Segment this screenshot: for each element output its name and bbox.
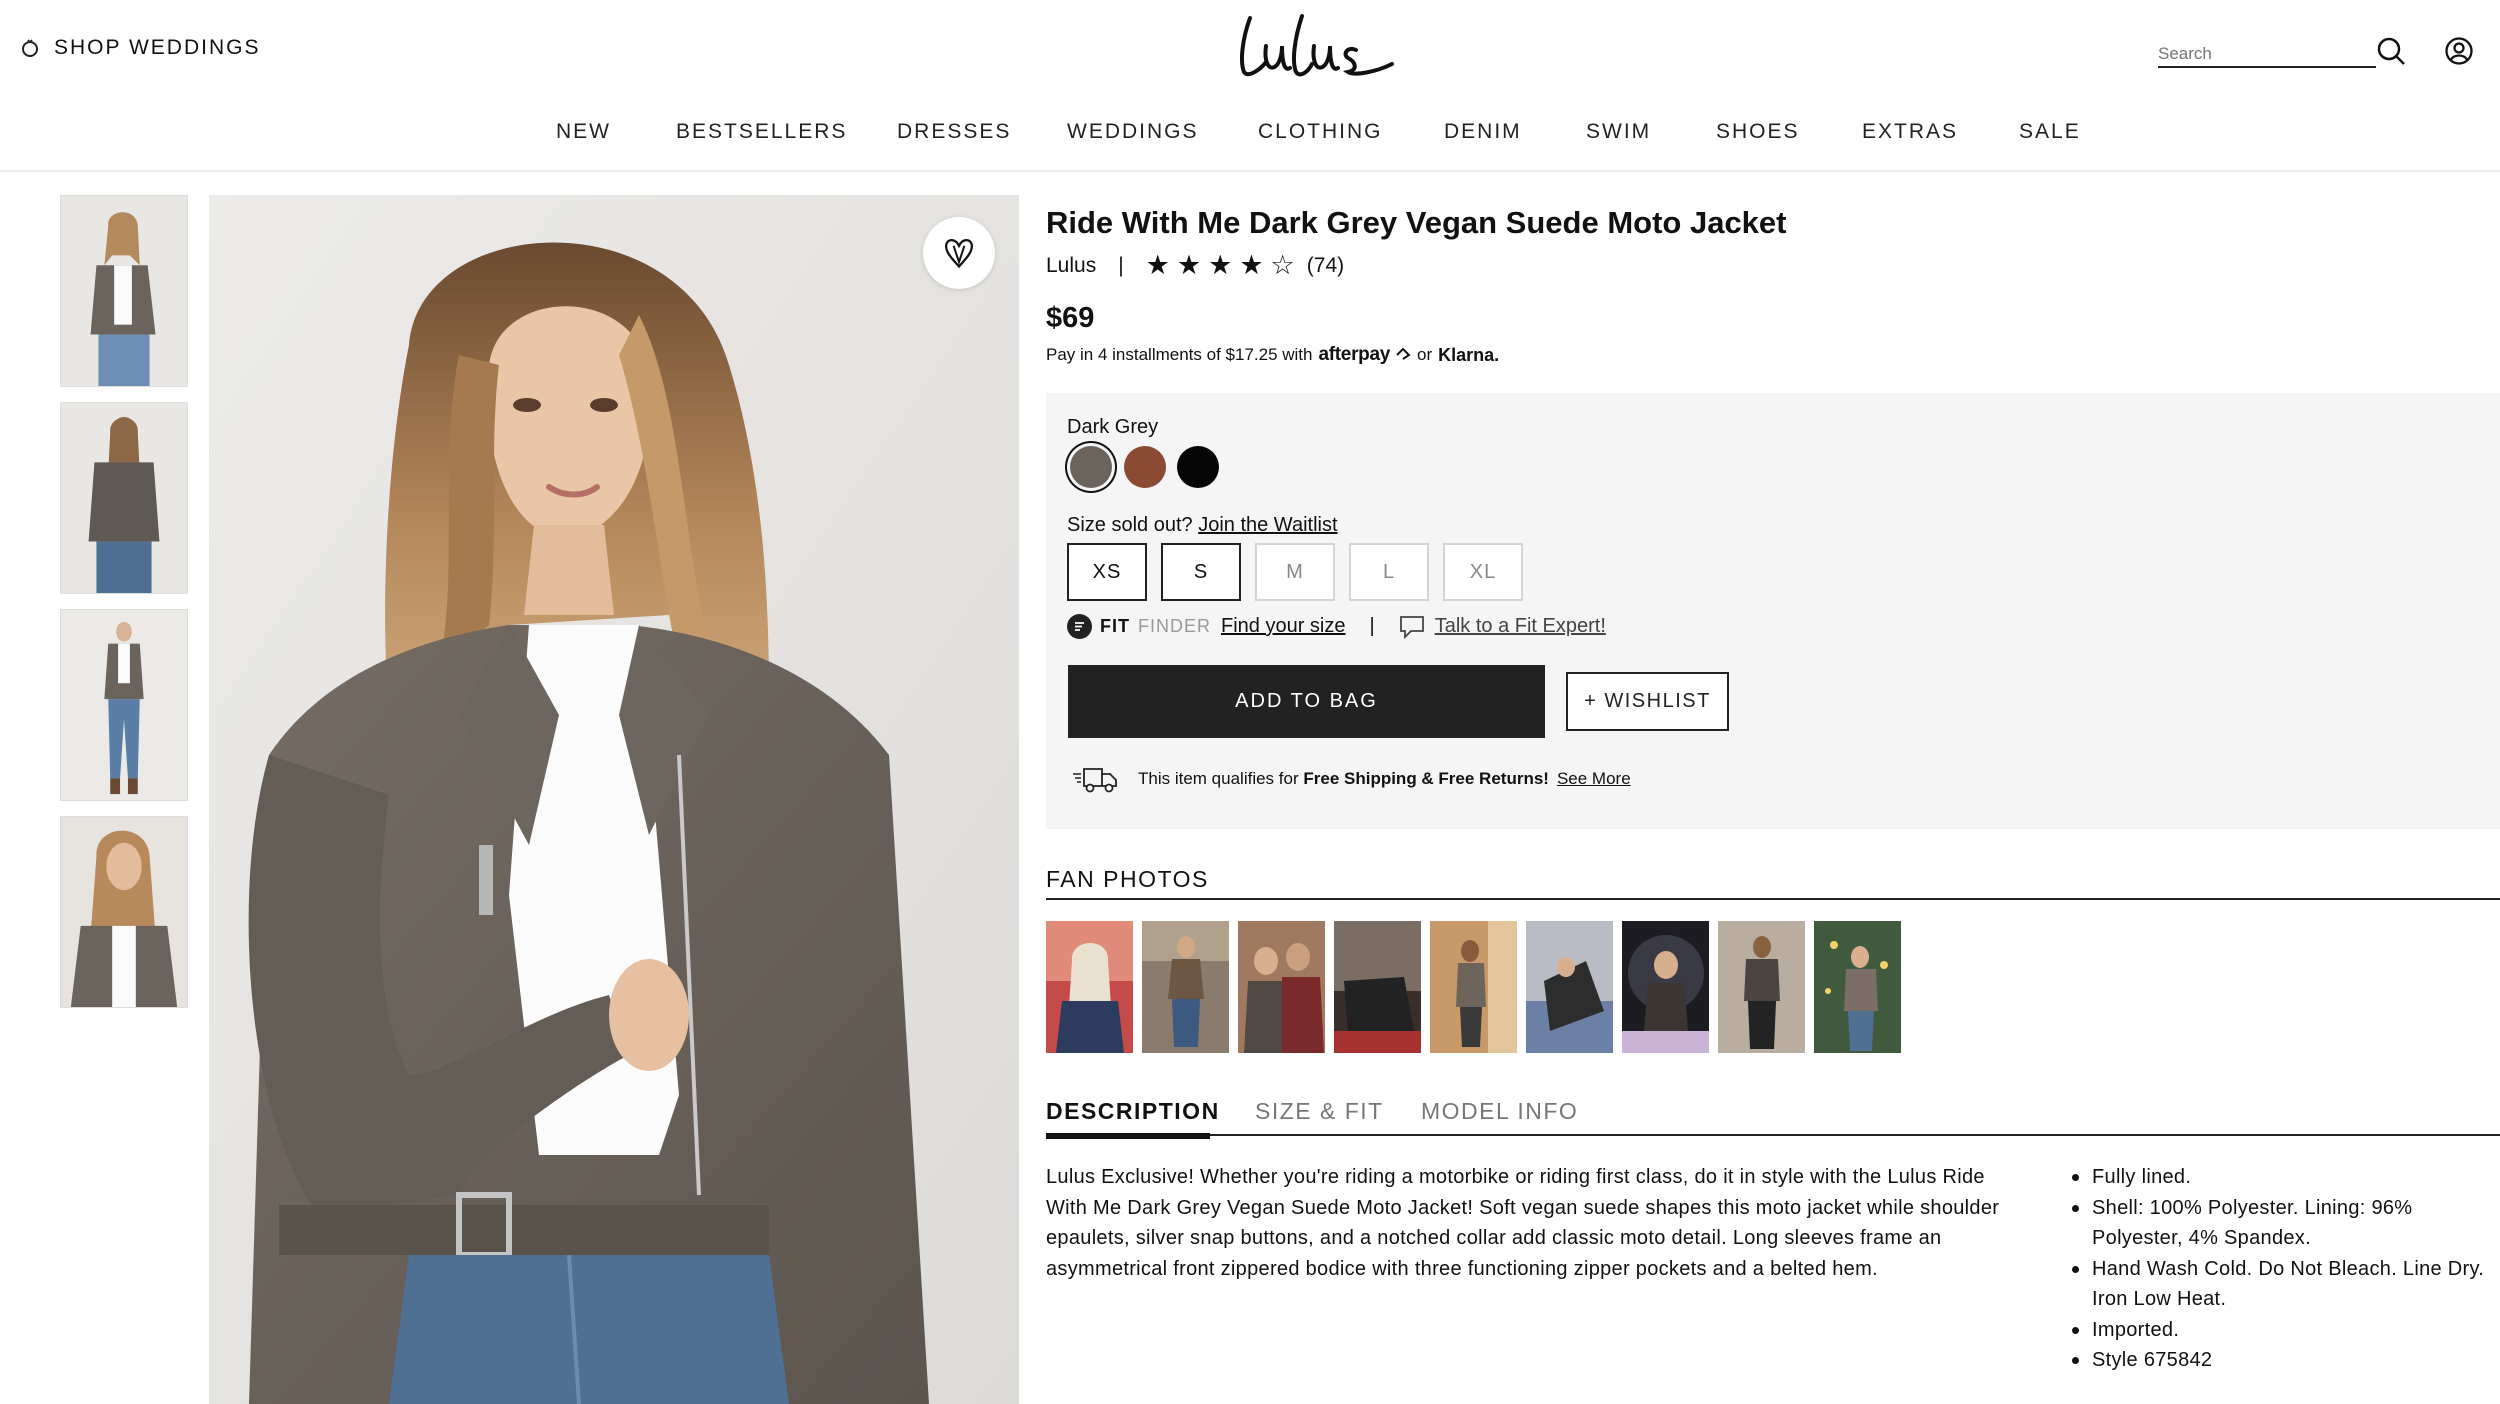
chat-bubble-icon	[1399, 615, 1424, 639]
color-swatch-brown[interactable]	[1124, 446, 1166, 488]
shop-weddings-link[interactable]: SHOP WEDDINGS	[20, 36, 260, 60]
shipping-bold: Free Shipping & Free Returns!	[1303, 769, 1549, 788]
nav-sale[interactable]: SALE	[2019, 120, 2081, 144]
fit-finder-row: FIT FINDER Find your size | Talk to a Fi…	[1067, 614, 1606, 639]
fan-photo[interactable]	[1334, 921, 1421, 1053]
main-product-image[interactable]	[209, 195, 1019, 1404]
search-field-wrap	[2158, 36, 2376, 68]
detail-item: Hand Wash Cold. Do Not Bleach. Line Dry.…	[2069, 1254, 2500, 1315]
product-details-list: Fully lined. Shell: 100% Polyester. Lini…	[2069, 1162, 2500, 1376]
add-to-wishlist-button[interactable]: + WISHLIST	[1566, 672, 1729, 731]
nav-extras[interactable]: EXTRAS	[1862, 120, 1958, 144]
nav-clothing[interactable]: CLOTHING	[1258, 120, 1383, 144]
detail-item: Fully lined.	[2069, 1162, 2500, 1193]
afterpay-logo[interactable]: afterpay	[1318, 344, 1411, 366]
installments-text: Pay in 4 installments of $17.25 with	[1046, 345, 1313, 364]
fan-photo[interactable]	[1430, 921, 1517, 1053]
free-shipping-row: This item qualifies for Free Shipping & …	[1072, 764, 1631, 794]
color-swatch-black[interactable]	[1177, 446, 1219, 488]
fan-photo[interactable]	[1526, 921, 1613, 1053]
join-waitlist-link[interactable]: Join the Waitlist	[1198, 514, 1337, 536]
star-filled-icon: ★	[1145, 250, 1170, 281]
fan-photos-title: FAN PHOTOS	[1046, 866, 1209, 892]
gallery-thumbnail[interactable]	[60, 402, 188, 594]
ring-icon	[22, 39, 38, 57]
size-option-s[interactable]: S	[1161, 543, 1241, 601]
nav-denim[interactable]: DENIM	[1444, 120, 1522, 144]
detail-item: Shell: 100% Polyester. Lining: 96% Polye…	[2069, 1193, 2500, 1254]
fit-finder-finder: FINDER	[1138, 616, 1211, 636]
top-bar: SHOP WEDDINGS	[0, 0, 2500, 102]
size-option-l[interactable]: L	[1349, 543, 1429, 601]
star-rating[interactable]: ★ ★ ★ ★ ☆	[1146, 252, 1295, 279]
size-prompt: Size sold out?	[1067, 514, 1193, 536]
nav-shoes[interactable]: SHOES	[1716, 120, 1800, 144]
search-icon[interactable]	[2376, 36, 2406, 66]
nav-new[interactable]: NEW	[556, 120, 611, 144]
favorite-heart-button[interactable]	[923, 217, 995, 289]
see-more-link[interactable]: See More	[1557, 769, 1631, 789]
fan-photo[interactable]	[1622, 921, 1709, 1053]
find-your-size-link[interactable]: Find your size	[1221, 615, 1346, 638]
brand-name[interactable]: Lulus	[1046, 254, 1096, 278]
delivery-truck-icon	[1073, 768, 1117, 793]
fan-photos-divider	[1046, 898, 2500, 900]
tab-model-info[interactable]: MODEL INFO	[1421, 1098, 1578, 1125]
search-input[interactable]	[2158, 36, 2376, 66]
size-option-xs[interactable]: XS	[1067, 543, 1147, 601]
fan-photo[interactable]	[1718, 921, 1805, 1053]
active-tab-indicator	[1046, 1133, 1210, 1139]
fit-expert-link[interactable]: Talk to a Fit Expert!	[1399, 615, 1606, 639]
separator: |	[1369, 615, 1375, 637]
product-price: $69	[1046, 302, 1095, 334]
klarna-logo[interactable]: Klarna.	[1438, 345, 1499, 366]
installments-row: Pay in 4 installments of $17.25 with aft…	[1046, 344, 1499, 366]
fan-photo[interactable]	[1046, 921, 1133, 1053]
tab-size-fit[interactable]: SIZE & FIT	[1255, 1098, 1384, 1125]
afterpay-arrows-icon	[1396, 347, 1411, 360]
account-icon[interactable]	[2444, 36, 2474, 66]
size-sold-out-note: Size sold out? Join the Waitlist	[1067, 514, 1338, 537]
size-option-m[interactable]: M	[1255, 543, 1335, 601]
fan-photo[interactable]	[1814, 921, 1901, 1053]
add-to-bag-button[interactable]: ADD TO BAG	[1068, 665, 1545, 738]
selected-color-name: Dark Grey	[1067, 416, 1159, 438]
nav-weddings[interactable]: WEDDINGS	[1067, 120, 1199, 144]
nav-swim[interactable]: SWIM	[1586, 120, 1651, 144]
fan-photo[interactable]	[1142, 921, 1229, 1053]
separator: |	[1118, 253, 1124, 277]
fit-expert-label[interactable]: Talk to a Fit Expert!	[1435, 615, 1606, 638]
product-description: Lulus Exclusive! Whether you're riding a…	[1046, 1166, 2000, 1280]
star-filled-icon: ★	[1239, 250, 1264, 281]
fit-finder-fit: FIT	[1100, 616, 1130, 636]
star-empty-icon: ☆	[1270, 250, 1295, 281]
heart-icon	[945, 239, 973, 269]
nav-dresses[interactable]: DRESSES	[897, 120, 1011, 144]
detail-item: Style 675842	[2069, 1345, 2500, 1376]
main-nav: NEW BESTSELLERS DRESSES WEDDINGS CLOTHIN…	[0, 112, 2500, 152]
tabs-divider	[1046, 1134, 2500, 1136]
star-filled-icon: ★	[1208, 250, 1233, 281]
header-divider	[0, 170, 2500, 172]
brand-rating-row: Lulus | ★ ★ ★ ★ ☆ (74)	[1046, 252, 1344, 279]
product-title: Ride With Me Dark Grey Vegan Suede Moto …	[1046, 205, 1787, 240]
shipping-prefix: This item qualifies for	[1138, 769, 1299, 788]
fit-finder-logo: FIT FINDER	[1067, 614, 1211, 639]
lulus-logo[interactable]	[1236, 10, 1396, 85]
size-option-xl[interactable]: XL	[1443, 543, 1523, 601]
gallery-thumbnail[interactable]	[60, 816, 188, 1008]
nav-bestsellers[interactable]: BESTSELLERS	[676, 120, 847, 144]
star-filled-icon: ★	[1176, 250, 1202, 281]
tab-description[interactable]: DESCRIPTION	[1046, 1098, 1220, 1125]
fan-photo[interactable]	[1238, 921, 1325, 1053]
gallery-thumbnail[interactable]	[60, 609, 188, 801]
review-count[interactable]: (74)	[1307, 254, 1344, 278]
shop-weddings-label: SHOP WEDDINGS	[54, 36, 261, 59]
color-swatch-dark-grey[interactable]	[1070, 446, 1112, 488]
gallery-thumbnail[interactable]	[60, 195, 188, 387]
afterpay-label: afterpay	[1318, 344, 1391, 365]
installments-or: or	[1417, 345, 1433, 364]
fit-finder-icon	[1067, 614, 1092, 639]
detail-item: Imported.	[2069, 1315, 2500, 1346]
